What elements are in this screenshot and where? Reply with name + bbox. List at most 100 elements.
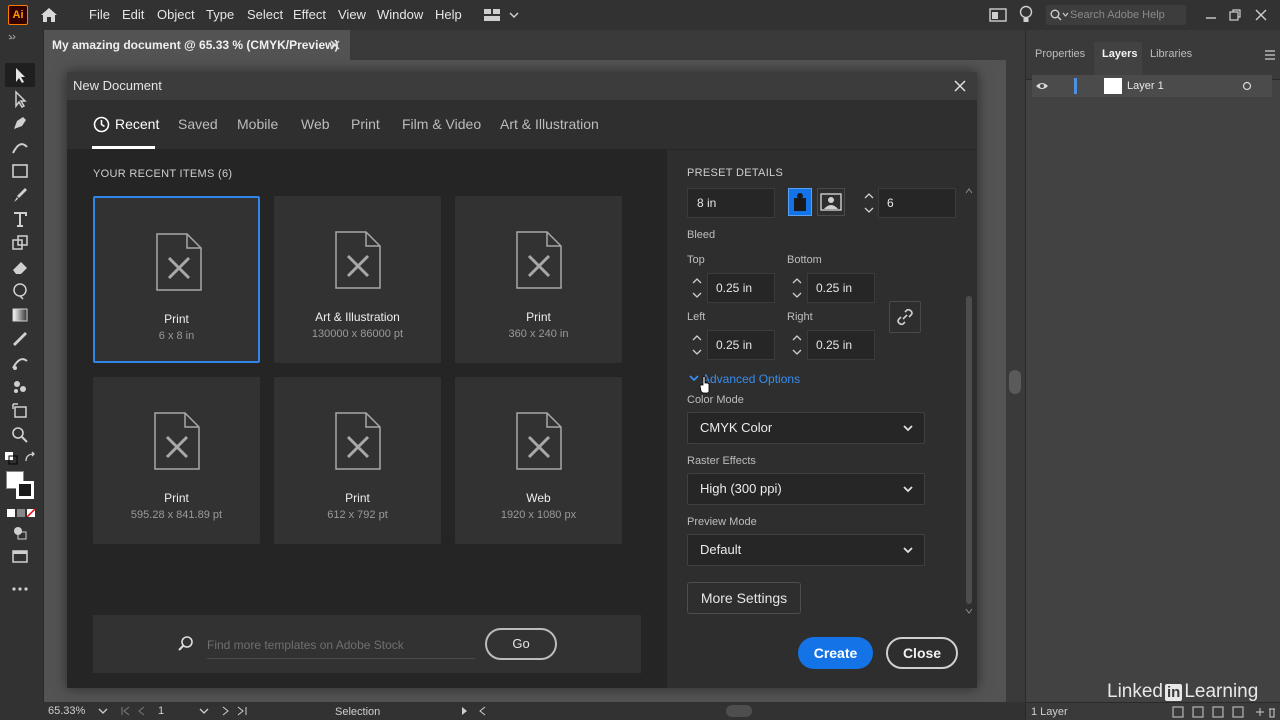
drawing-mode-icon[interactable] <box>10 523 30 543</box>
status-arrows-icon[interactable] <box>460 706 490 716</box>
portrait-orientation-button[interactable] <box>788 188 812 216</box>
close-window-icon[interactable] <box>1254 8 1268 22</box>
bleed-right-field[interactable]: 0.25 in <box>807 330 875 360</box>
artboard-dropdown-chevron-icon[interactable] <box>198 707 210 715</box>
raster-effects-select[interactable]: High (300 ppi) <box>687 473 925 505</box>
tab-properties[interactable]: Properties <box>1035 48 1085 60</box>
artboard-tool-icon[interactable] <box>10 401 30 421</box>
workspace-switcher-icon[interactable] <box>483 7 521 23</box>
tab-print[interactable]: Print <box>351 116 380 132</box>
panel-menu-icon[interactable] <box>1264 50 1276 60</box>
menu-type[interactable]: Type <box>206 7 234 22</box>
discover-lightbulb-icon[interactable] <box>1019 5 1033 25</box>
dialog-close-icon[interactable] <box>954 80 966 92</box>
preset-scrollbar[interactable] <box>965 188 973 614</box>
bleed-top-field[interactable]: 0.25 in <box>707 273 775 303</box>
lasso-rotate-tool-icon[interactable] <box>10 281 30 301</box>
tab-art-illustration[interactable]: Art & Illustration <box>500 116 599 132</box>
artboards-stepper-icon[interactable] <box>863 190 875 216</box>
home-icon[interactable] <box>38 5 60 25</box>
recent-item-tile[interactable]: Art & Illustration 130000 x 86000 pt <box>274 196 441 363</box>
recent-item-tile[interactable]: Print 595.28 x 841.89 pt <box>93 377 260 544</box>
menu-effect[interactable]: Effect <box>293 7 326 22</box>
color-mode-select[interactable]: CMYK Color <box>687 412 925 444</box>
bleed-right-stepper-icon[interactable] <box>791 332 803 358</box>
advanced-options-toggle[interactable]: Advanced Options <box>702 372 800 386</box>
zoom-dropdown-chevron-icon[interactable] <box>98 707 108 715</box>
link-bleed-button[interactable] <box>889 301 921 333</box>
visibility-eye-icon[interactable] <box>1035 81 1049 91</box>
document-tab[interactable]: My amazing document @ 65.33 % (CMYK/Prev… <box>44 30 350 60</box>
bleed-top-stepper-icon[interactable] <box>691 275 703 301</box>
chevron-down-icon[interactable] <box>689 374 699 382</box>
swap-fill-stroke-icon[interactable] <box>24 451 38 465</box>
menu-file[interactable]: File <box>89 7 110 22</box>
artboards-field[interactable]: 6 <box>878 188 956 218</box>
menu-view[interactable]: View <box>338 7 366 22</box>
menu-object[interactable]: Object <box>157 7 195 22</box>
recent-item-tile[interactable]: Print 6 x 8 in <box>93 196 260 363</box>
color-mode-buttons-icon[interactable] <box>6 508 36 518</box>
artboard-next-icons[interactable] <box>220 706 252 716</box>
tab-web[interactable]: Web <box>301 116 330 132</box>
edit-toolbar-more-icon[interactable] <box>10 579 30 599</box>
recent-item-tile[interactable]: Print 612 x 792 pt <box>274 377 441 544</box>
scroll-up-icon[interactable] <box>965 188 973 194</box>
more-settings-button[interactable]: More Settings <box>687 582 801 614</box>
zoom-tool-icon[interactable] <box>10 425 30 445</box>
menu-edit[interactable]: Edit <box>122 7 144 22</box>
symbol-sprayer-tool-icon[interactable] <box>10 377 30 397</box>
stroke-color-swatch[interactable] <box>16 481 34 499</box>
type-tool-icon[interactable] <box>10 209 30 229</box>
paintbrush-tool-icon[interactable] <box>10 185 30 205</box>
bleed-bottom-stepper-icon[interactable] <box>791 275 803 301</box>
close-button[interactable]: Close <box>886 637 958 669</box>
zoom-level[interactable]: 65.33% <box>48 705 85 717</box>
canvas-scroll-thumb[interactable] <box>1009 370 1021 394</box>
arrange-documents-icon[interactable] <box>989 8 1007 22</box>
collapse-toolbar-icon[interactable] <box>8 34 16 40</box>
selection-tool-icon[interactable] <box>10 65 30 85</box>
recent-item-tile[interactable]: Web 1920 x 1080 px <box>455 377 622 544</box>
artboard-number[interactable]: 1 <box>158 705 164 717</box>
eraser-tool-icon[interactable] <box>10 257 30 277</box>
artboard-prev-icons[interactable] <box>120 706 152 716</box>
tab-layers[interactable]: Layers <box>1102 48 1137 60</box>
stock-search-input[interactable]: Find more templates on Adobe Stock <box>207 633 475 659</box>
recent-item-tile[interactable]: Print 360 x 240 in <box>455 196 622 363</box>
minimize-icon[interactable] <box>1204 8 1218 22</box>
landscape-orientation-button[interactable] <box>817 188 845 216</box>
bleed-bottom-field[interactable]: 0.25 in <box>807 273 875 303</box>
tab-film-video[interactable]: Film & Video <box>402 116 481 132</box>
layer-row[interactable]: Layer 1 <box>1032 75 1272 97</box>
go-button[interactable]: Go <box>485 628 557 660</box>
layer-target-icon[interactable] <box>1242 81 1252 91</box>
bleed-left-field[interactable]: 0.25 in <box>707 330 775 360</box>
tab-recent[interactable]: Recent <box>115 116 159 132</box>
preset-scroll-thumb[interactable] <box>966 296 972 604</box>
height-field[interactable]: 8 in <box>687 188 775 218</box>
menu-help[interactable]: Help <box>435 7 462 22</box>
canvas-vertical-scrollbar[interactable] <box>1006 60 1025 702</box>
screen-mode-icon[interactable] <box>10 547 30 567</box>
layer-name[interactable]: Layer 1 <box>1127 80 1164 92</box>
close-document-icon[interactable] <box>330 40 340 50</box>
shape-builder-tool-icon[interactable] <box>10 233 30 253</box>
layer-actions-icons[interactable] <box>1171 705 1276 719</box>
preview-mode-select[interactable]: Default <box>687 534 925 566</box>
restore-icon[interactable] <box>1228 8 1242 22</box>
direct-selection-tool-icon[interactable] <box>10 89 30 109</box>
rectangle-tool-icon[interactable] <box>10 161 30 181</box>
default-fill-stroke-icon[interactable] <box>4 451 18 465</box>
tab-saved[interactable]: Saved <box>178 116 218 132</box>
tab-mobile[interactable]: Mobile <box>237 116 278 132</box>
scroll-down-icon[interactable] <box>965 608 973 614</box>
create-button[interactable]: Create <box>798 637 873 669</box>
menu-window[interactable]: Window <box>377 7 423 22</box>
blend-tool-icon[interactable] <box>10 353 30 373</box>
curvature-tool-icon[interactable] <box>10 137 30 157</box>
gradient-tool-icon[interactable] <box>10 305 30 325</box>
eyedropper-tool-icon[interactable] <box>10 329 30 349</box>
pen-tool-icon[interactable] <box>10 113 30 133</box>
horizontal-scroll-thumb[interactable] <box>726 705 752 717</box>
